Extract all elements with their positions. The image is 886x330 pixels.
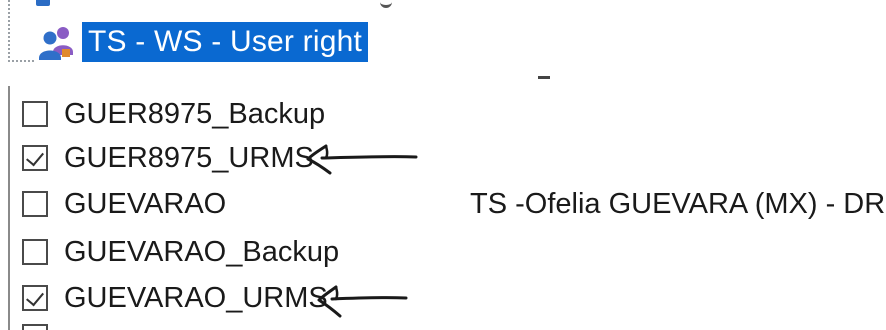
tree-node-group[interactable]: TS - WS - User right [36, 20, 369, 64]
group-label: TS - WS - User right [82, 22, 369, 62]
list-item[interactable]: GUER8975_URMS [22, 136, 314, 180]
cropped-text-fragment [380, 0, 392, 8]
hand-drawn-arrow-icon [306, 144, 418, 175]
account-name: GUER8975_URMS [64, 141, 314, 174]
list-item[interactable]: GUEVARAO [22, 182, 226, 226]
account-checkbox[interactable] [22, 191, 48, 217]
account-checkbox[interactable] [22, 101, 48, 127]
account-checkbox[interactable] [22, 145, 48, 171]
account-name: GUEVARAO_URMS [64, 281, 328, 314]
account-name: GUEVARAO [64, 187, 227, 220]
hand-drawn-arrow-icon [317, 285, 408, 318]
tree-connector-vertical [8, 0, 10, 62]
screenshot-canvas: TS - WS - User right GUER8975_Backup GUE… [0, 0, 886, 330]
cropped-selection-edge [36, 0, 50, 6]
list-item[interactable]: GUER8975_Backup [22, 92, 325, 136]
cropped-checkbox [22, 324, 48, 330]
account-name: GUER8975_Backup [64, 97, 326, 130]
list-left-border [8, 86, 10, 330]
group-users-icon [36, 22, 76, 62]
list-item[interactable]: GUEVARAO_Backup [22, 230, 339, 274]
account-name: GUEVARAO_Backup [64, 235, 340, 268]
cropped-dash [538, 76, 550, 79]
account-checkbox[interactable] [22, 239, 48, 265]
account-checkbox[interactable] [22, 285, 48, 311]
account-description: TS -Ofelia GUEVARA (MX) - DRP [470, 188, 886, 220]
list-item[interactable]: GUEVARAO_URMS [22, 276, 328, 320]
tree-connector-horizontal [8, 60, 34, 62]
